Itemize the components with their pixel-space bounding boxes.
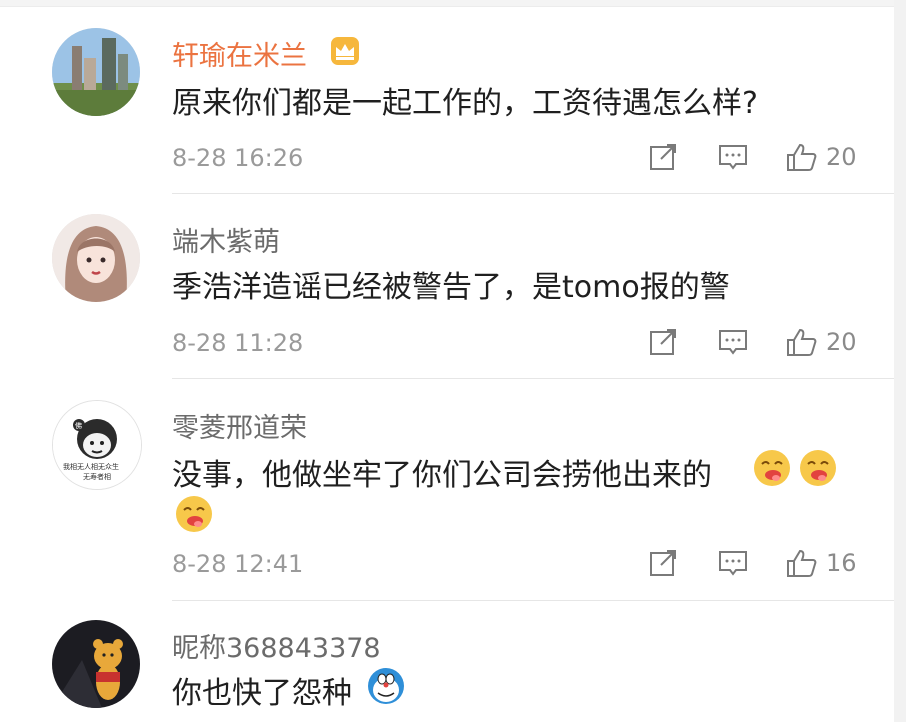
meme-face-avatar-image: 佛 我相无人相无众生 无寿者相 [53,401,141,489]
comment-text: 没事，他做坐牢了你们公司会捞他出来的 [172,458,712,493]
comment-actions: 16 [648,548,857,578]
avatar[interactable] [52,214,140,302]
comment-time: 8-28 16:26 [172,144,304,172]
crown-badge-icon [330,36,360,70]
like-button[interactable]: 16 [786,548,857,578]
top-divider [0,0,906,7]
comment-time: 8-28 11:28 [172,329,304,357]
thumbs-up-icon [786,142,817,172]
anime-girl-avatar-image [52,214,140,302]
avatar[interactable] [52,620,140,708]
comment-author[interactable]: 零菱邢道荣 [172,406,307,445]
comment-divider [172,600,894,601]
comment-divider [172,193,894,194]
city-avatar-image [52,28,140,116]
avatar-caption: 无寿者相 [83,472,111,481]
avatar[interactable]: 佛 我相无人相无众生 无寿者相 [52,400,142,490]
like-count: 20 [826,143,857,171]
scroll-edge [894,0,906,722]
comment-author[interactable]: 轩瑜在米兰 [172,34,307,73]
thumbs-up-icon [786,548,817,578]
like-count: 16 [826,549,857,577]
avatar-caption: 佛 [75,421,82,430]
comment-author[interactable]: 端木紫萌 [172,220,280,259]
drooling-face-emoji [752,448,792,488]
comment-actions: 20 [648,327,857,357]
like-count: 20 [826,328,857,356]
drooling-face-emoji [798,448,838,488]
share-icon[interactable] [648,327,678,357]
like-button[interactable]: 20 [786,327,857,357]
comment-icon[interactable] [718,327,748,357]
share-icon[interactable] [648,142,678,172]
comment-text: 你也快了怨种 [172,676,352,711]
comment-time: 8-28 12:41 [172,550,304,578]
comment-author[interactable]: 昵称368843378 [172,626,381,665]
bear-avatar-image [52,620,140,708]
drooling-face-emoji [174,494,214,534]
doraemon-emoji [366,666,406,706]
comment-divider [172,378,894,379]
comment-text: 原来你们都是一起工作的，工资待遇怎么样? [172,86,758,121]
avatar-caption: 我相无人相无众生 [63,462,119,471]
thumbs-up-icon [786,327,817,357]
comment-icon[interactable] [718,142,748,172]
comment-text: 季浩洋造谣已经被警告了，是tomo报的警 [172,270,730,305]
like-button[interactable]: 20 [786,142,857,172]
comment-icon[interactable] [718,548,748,578]
share-icon[interactable] [648,548,678,578]
avatar[interactable] [52,28,140,116]
comment-actions: 20 [648,142,857,172]
